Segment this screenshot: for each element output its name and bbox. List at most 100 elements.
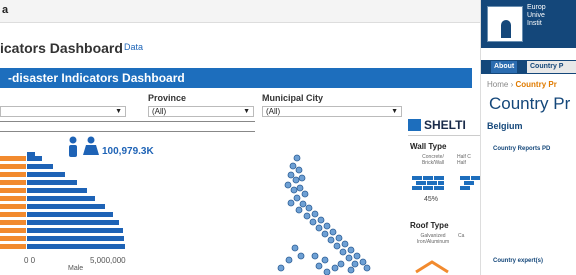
dashboard-banner-title: -disaster Indicators Dashboard: [8, 71, 185, 85]
map-points: [277, 154, 371, 275]
chevron-down-icon: ▼: [115, 108, 122, 115]
axis-tick-zero: 0 0: [24, 256, 36, 265]
province-label: Province: [148, 93, 187, 103]
map-point: [347, 266, 355, 274]
breadcrumb-home[interactable]: Home: [487, 80, 508, 89]
tab-about[interactable]: About: [491, 61, 518, 73]
male-bar: [27, 188, 87, 193]
shelter-logo: SHELTI: [408, 118, 466, 132]
female-bar: [0, 188, 26, 193]
map-point: [311, 210, 319, 218]
country-reports-label: Country Reports PD: [493, 146, 551, 152]
institution-header: Europ Unive Instit: [481, 0, 576, 48]
axis-tick-max: 5,000,000: [90, 256, 126, 265]
axis-label: Male: [68, 265, 84, 272]
map-point: [345, 254, 353, 262]
page-title: Country Pr: [489, 94, 571, 113]
male-bar: [27, 204, 105, 209]
map-point: [323, 222, 331, 230]
map-point: [347, 246, 355, 254]
map-point: [290, 186, 298, 194]
map-point: [291, 244, 299, 252]
map-point: [292, 176, 300, 184]
wall-type-label-2: Half C Half: [457, 154, 471, 166]
institution-line: Europ: [527, 4, 546, 11]
map-point: [331, 264, 339, 272]
map-point: [351, 260, 359, 268]
map-point: [298, 174, 306, 182]
map-point: [309, 218, 317, 226]
map-point: [321, 230, 329, 238]
map-point: [323, 268, 331, 275]
map-point: [335, 234, 343, 242]
province-select-value: (All): [152, 107, 167, 116]
female-bar: [0, 236, 26, 241]
map-point: [321, 256, 329, 264]
map-point: [301, 190, 309, 198]
country-name: Belgium: [487, 121, 523, 131]
province-select[interactable]: (All) ▼: [148, 106, 254, 117]
male-bar: [27, 220, 119, 225]
map-point: [296, 184, 304, 192]
roof-type-label-2: Ca: [458, 233, 465, 239]
male-bar: [27, 236, 124, 241]
map-point: [359, 258, 367, 266]
female-bars: [0, 156, 26, 249]
map-point: [315, 262, 323, 270]
top-strip-title: a: [2, 4, 9, 16]
house-icon: [408, 119, 421, 131]
municipal-city-select[interactable]: (All) ▼: [262, 106, 402, 117]
male-bar: [27, 172, 65, 177]
female-bar: [0, 204, 26, 209]
tab-country-profiles[interactable]: Country P: [527, 61, 576, 73]
chevron-down-icon: ▼: [243, 108, 250, 115]
male-bar: [27, 156, 42, 161]
population-pyramid: [0, 152, 125, 249]
male-bar: [27, 228, 123, 233]
map-point: [287, 199, 295, 207]
female-bar: [0, 212, 26, 217]
institution-line: Instit: [527, 20, 542, 27]
roof-icon: [415, 260, 449, 274]
map-point: [329, 228, 337, 236]
map-point: [299, 200, 307, 208]
map-point: [337, 260, 345, 268]
country-experts-label: Country expert(s): [493, 258, 544, 264]
shelter-logo-text: SHELTI: [424, 118, 466, 132]
female-bar: [0, 220, 26, 225]
nav-tabs: About Country P: [481, 60, 576, 74]
map-point: [305, 204, 313, 212]
map-point: [284, 181, 292, 189]
map-point: [333, 242, 341, 250]
female-bar: [0, 164, 26, 169]
data-link[interactable]: Data: [124, 42, 143, 52]
female-bar: [0, 196, 26, 201]
map-point: [341, 240, 349, 248]
map-point: [289, 162, 297, 170]
map-point: [277, 264, 285, 272]
male-bar: [27, 164, 53, 169]
map-point: [287, 171, 295, 179]
philippines-map[interactable]: [255, 148, 395, 275]
map-point: [295, 166, 303, 174]
breadcrumb: Home › Country Pr: [487, 80, 557, 89]
map-point: [293, 154, 301, 162]
map-point: [317, 216, 325, 224]
breadcrumb-current[interactable]: Country Pr: [515, 80, 556, 89]
roof-type-label-1: Galvanized Iron/Aluminum: [416, 233, 450, 245]
divider: [0, 121, 255, 122]
institution-line: Unive: [527, 12, 545, 19]
map-point: [363, 264, 371, 272]
wall-type-label-1: Concrete/ Brick/Wall: [421, 154, 445, 166]
map-point: [303, 212, 311, 220]
male-bars: [27, 152, 125, 249]
chevron-down-icon: ▼: [391, 108, 398, 115]
male-bar: [27, 244, 125, 249]
filter-left-select[interactable]: ▼: [0, 106, 126, 117]
female-bar: [0, 172, 26, 177]
female-bar: [0, 180, 26, 185]
male-bar: [27, 180, 77, 185]
female-bar: [0, 244, 26, 249]
divider: [408, 135, 480, 136]
institution-logo-icon: [487, 6, 523, 42]
